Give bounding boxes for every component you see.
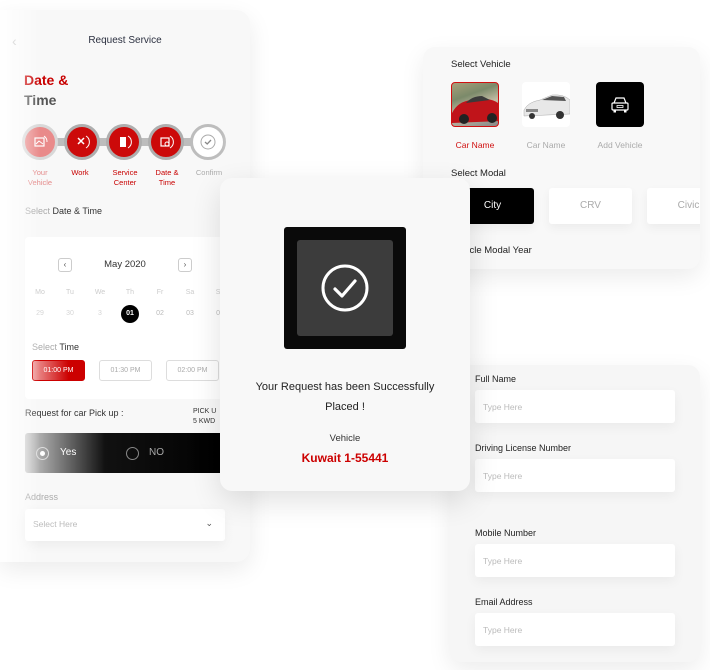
step-date-time[interactable]: [148, 124, 184, 160]
weekday: We: [94, 289, 106, 296]
car-photo-icon: [34, 135, 48, 147]
mobile-number-label: Mobile Number: [475, 528, 537, 538]
address-placeholder: Select Here: [33, 519, 78, 529]
radio-yes[interactable]: [36, 447, 49, 460]
calendar: ‹ May 2020 › Mo Tu We Th Fr Sa Su 29 30 …: [25, 237, 225, 399]
select-time-label: Select Time: [32, 342, 80, 352]
white-car-image: [523, 94, 570, 119]
success-modal: Your Request has been Successfully Place…: [220, 178, 470, 491]
date-cell[interactable]: 29: [25, 310, 55, 323]
red-car-image: [452, 96, 498, 124]
full-name-label: Full Name: [475, 374, 517, 384]
time-slot-button[interactable]: 02:00 PM: [166, 360, 219, 381]
weekday: Sa: [185, 289, 195, 296]
page-heading: Date & Time: [24, 70, 68, 110]
full-name-input[interactable]: [475, 390, 675, 423]
model-option[interactable]: Civic: [647, 188, 700, 224]
vehicle-caption: Vehicle: [329, 433, 361, 444]
weekday: Fr: [156, 289, 164, 296]
success-message: Your Request has been Successfully Place…: [255, 381, 435, 413]
vehicle-name: Car Name: [455, 140, 495, 150]
time-slot-button[interactable]: 01:30 PM: [99, 360, 152, 381]
model-option[interactable]: CRV: [549, 188, 632, 224]
calendar-month: May 2020: [104, 259, 146, 270]
mobile-number-input[interactable]: [475, 544, 675, 577]
vehicle-name: Add Vehicle: [597, 140, 643, 150]
building-icon: [120, 135, 132, 149]
progress-stepper: Your Vehicle Work Service Center Date & …: [22, 124, 232, 187]
personal-details-form: Full Name Driving License Number Mobile …: [450, 365, 700, 662]
step-label: Work: [71, 168, 89, 177]
date-cell[interactable]: 02: [145, 310, 175, 323]
radio-no-label: NO: [149, 447, 164, 458]
step-your-vehicle[interactable]: [22, 124, 58, 160]
step-label: Service Center: [112, 168, 138, 187]
date-cell[interactable]: 03: [175, 310, 205, 323]
time-slot-button[interactable]: 01:00 PM: [32, 360, 85, 381]
calendar-icon: [160, 135, 174, 149]
date-cell-selected[interactable]: 01: [115, 305, 145, 323]
vehicle-name: Car Name: [526, 140, 566, 150]
check-icon: [200, 134, 216, 150]
date-cell[interactable]: 3: [85, 310, 115, 323]
page-heading-line2: Time: [24, 92, 57, 108]
pickup-price: PICK U 5 KWD: [193, 408, 217, 425]
step-service-center[interactable]: [106, 124, 142, 160]
select-vehicle-label: Select Vehicle: [451, 59, 511, 70]
weekday: Th: [125, 289, 135, 296]
license-number-label: Driving License Number: [475, 443, 572, 453]
date-row: 29 30 3 01 02 03 03: [25, 305, 235, 323]
tools-icon: [77, 135, 90, 149]
vehicle-thumb-white-car[interactable]: [522, 82, 570, 127]
license-number-input[interactable]: [475, 459, 675, 492]
radio-yes-label: Yes: [60, 447, 77, 458]
request-service-panel: ‹ Request Service Date & Time Your Vehic…: [0, 10, 250, 562]
date-cell[interactable]: 30: [55, 310, 85, 323]
step-label: Date & Time: [155, 168, 179, 187]
radio-no[interactable]: [126, 447, 139, 460]
chevron-down-icon: ⌄: [205, 518, 213, 528]
step-label: Confirm: [195, 168, 223, 177]
page-heading-line1: Date &: [24, 72, 69, 88]
address-select[interactable]: Select Here ⌄: [25, 509, 225, 541]
check-circle-icon: [321, 264, 369, 312]
weekday-row: Mo Tu We Th Fr Sa Su: [25, 289, 235, 296]
car-front-icon: [611, 96, 629, 112]
add-vehicle-button[interactable]: [596, 82, 644, 127]
step-confirm[interactable]: [190, 124, 226, 160]
step-label: Your Vehicle: [27, 168, 53, 187]
weekday: Mo: [35, 289, 45, 296]
chevron-right-icon[interactable]: ›: [178, 258, 192, 272]
success-icon-box: [284, 227, 406, 349]
email-address-input[interactable]: [475, 613, 675, 646]
pickup-label: Request for car Pick up :: [25, 408, 124, 418]
pickup-toggle: Yes NO: [25, 433, 225, 473]
step-work[interactable]: [64, 124, 100, 160]
panel-title: Request Service: [88, 35, 162, 46]
vehicle-plate: Kuwait 1-55441: [301, 451, 389, 465]
back-arrow-icon[interactable]: ‹: [12, 34, 22, 48]
weekday: Tu: [66, 289, 74, 296]
select-date-label: Select Date & Time: [25, 206, 103, 216]
email-address-label: Email Address: [475, 597, 533, 607]
address-label: Address: [25, 492, 59, 502]
vehicle-thumb-red-car[interactable]: [451, 82, 499, 127]
